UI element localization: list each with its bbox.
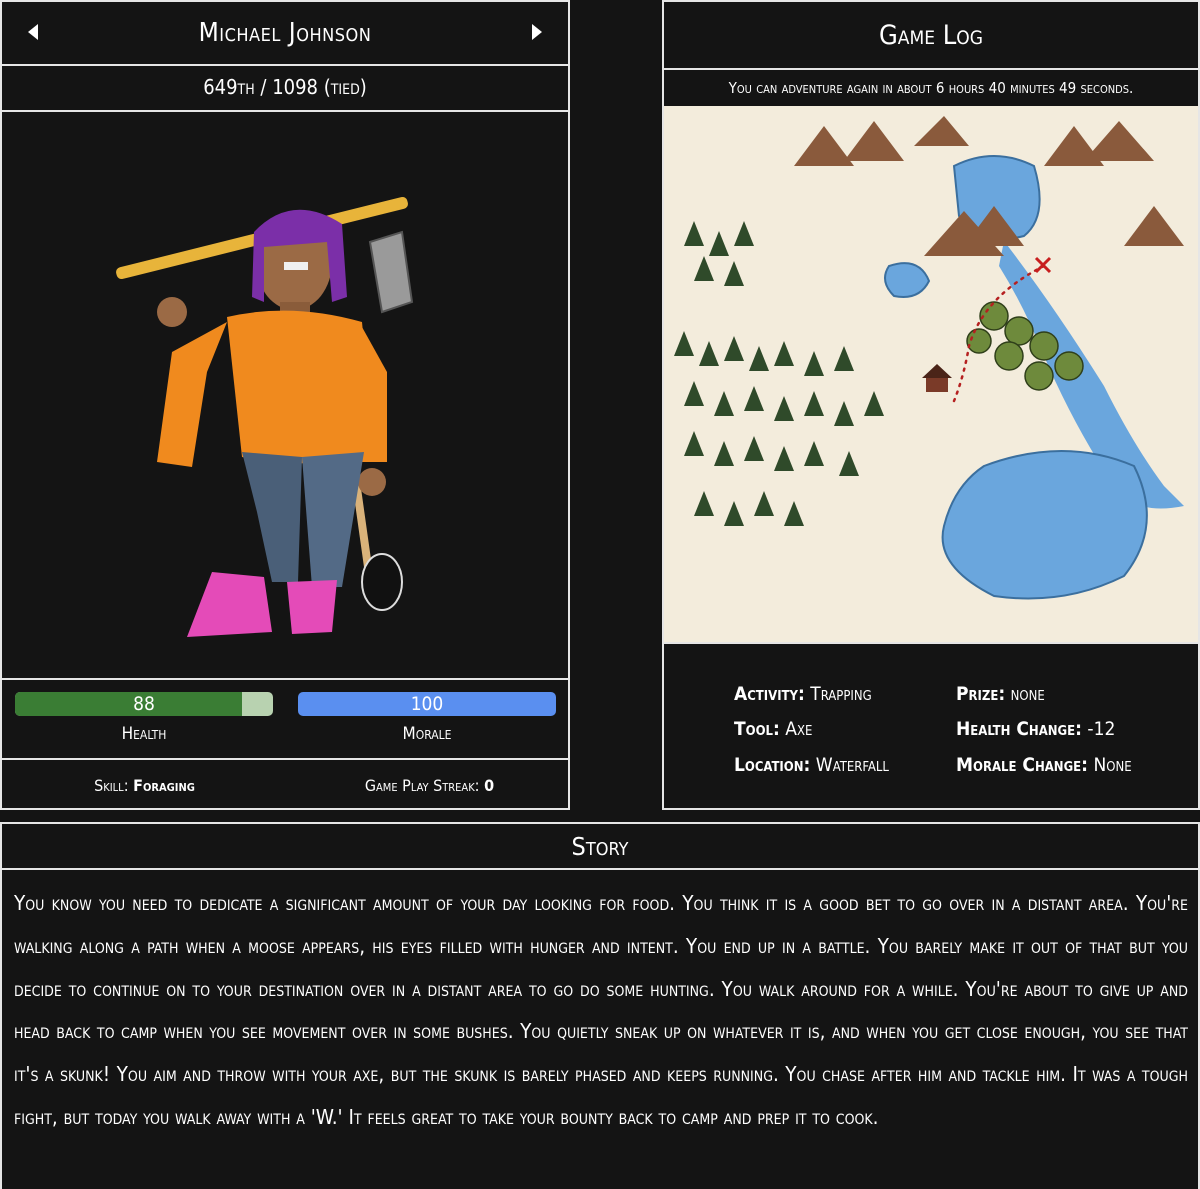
divider	[2, 678, 568, 680]
character-portrait	[2, 112, 568, 678]
prize-key: Prize:	[956, 683, 1006, 705]
story-text: You know you need to dedicate a signific…	[14, 891, 1188, 1129]
morale-change-value: None	[1093, 754, 1132, 776]
health-value: 88	[133, 693, 155, 715]
character-panel: Michael Johnson 649th / 1098 (tied) 88 H…	[0, 0, 570, 810]
adventure-map	[664, 106, 1198, 642]
location-value: Waterfall	[815, 754, 889, 776]
health-change-value: -12	[1087, 718, 1116, 740]
location-key: Location:	[734, 754, 811, 776]
character-header: Michael Johnson	[2, 2, 568, 64]
story-title: Story	[571, 831, 629, 861]
character-name: Michael Johnson	[198, 18, 372, 48]
game-log-title: Game Log	[878, 19, 983, 51]
skill-key: Skill:	[94, 776, 129, 795]
tool-key: Tool:	[734, 718, 780, 740]
prize-value: none	[1010, 683, 1045, 705]
health-bar: 88	[15, 692, 273, 716]
health-change-stat: Health Change: -12	[956, 718, 1115, 740]
morale-change-key: Morale Change:	[956, 754, 1089, 776]
prev-character-arrow-icon[interactable]	[28, 24, 38, 40]
morale-value: 100	[410, 693, 444, 715]
tool-stat: Tool: Axe	[734, 718, 812, 740]
activity-value: Trapping	[810, 683, 872, 705]
health-label: Health	[121, 724, 167, 744]
activity-key: Activity:	[734, 683, 805, 705]
leaderboard-rank: 649th / 1098 (tied)	[203, 75, 367, 99]
divider	[2, 868, 1198, 870]
game-log-panel: Game Log You can adventure again in abou…	[662, 0, 1200, 810]
streak-info: Game Play Streak: 0	[287, 776, 572, 795]
morale-change-stat: Morale Change: None	[956, 754, 1132, 776]
streak-key: Game Play Streak:	[364, 776, 480, 795]
character-footer: Skill: Foraging Game Play Streak: 0	[2, 762, 568, 810]
adventure-timer: You can adventure again in about 6 hours…	[728, 79, 1134, 97]
skill-info: Skill: Foraging	[2, 776, 287, 795]
location-stat: Location: Waterfall	[734, 754, 889, 776]
streak-value: 0	[484, 776, 495, 795]
divider	[664, 642, 1198, 644]
tool-value: Axe	[785, 718, 813, 740]
activity-stat: Activity: Trapping	[734, 683, 872, 705]
morale-label: Morale	[402, 724, 452, 744]
divider	[2, 758, 568, 760]
next-character-arrow-icon[interactable]	[532, 24, 542, 40]
prize-stat: Prize: none	[956, 683, 1045, 705]
health-change-key: Health Change:	[956, 718, 1082, 740]
story-panel: Story You know you need to dedicate a si…	[0, 822, 1200, 1189]
morale-bar: 100	[298, 692, 556, 716]
skill-value: Foraging	[133, 776, 195, 795]
